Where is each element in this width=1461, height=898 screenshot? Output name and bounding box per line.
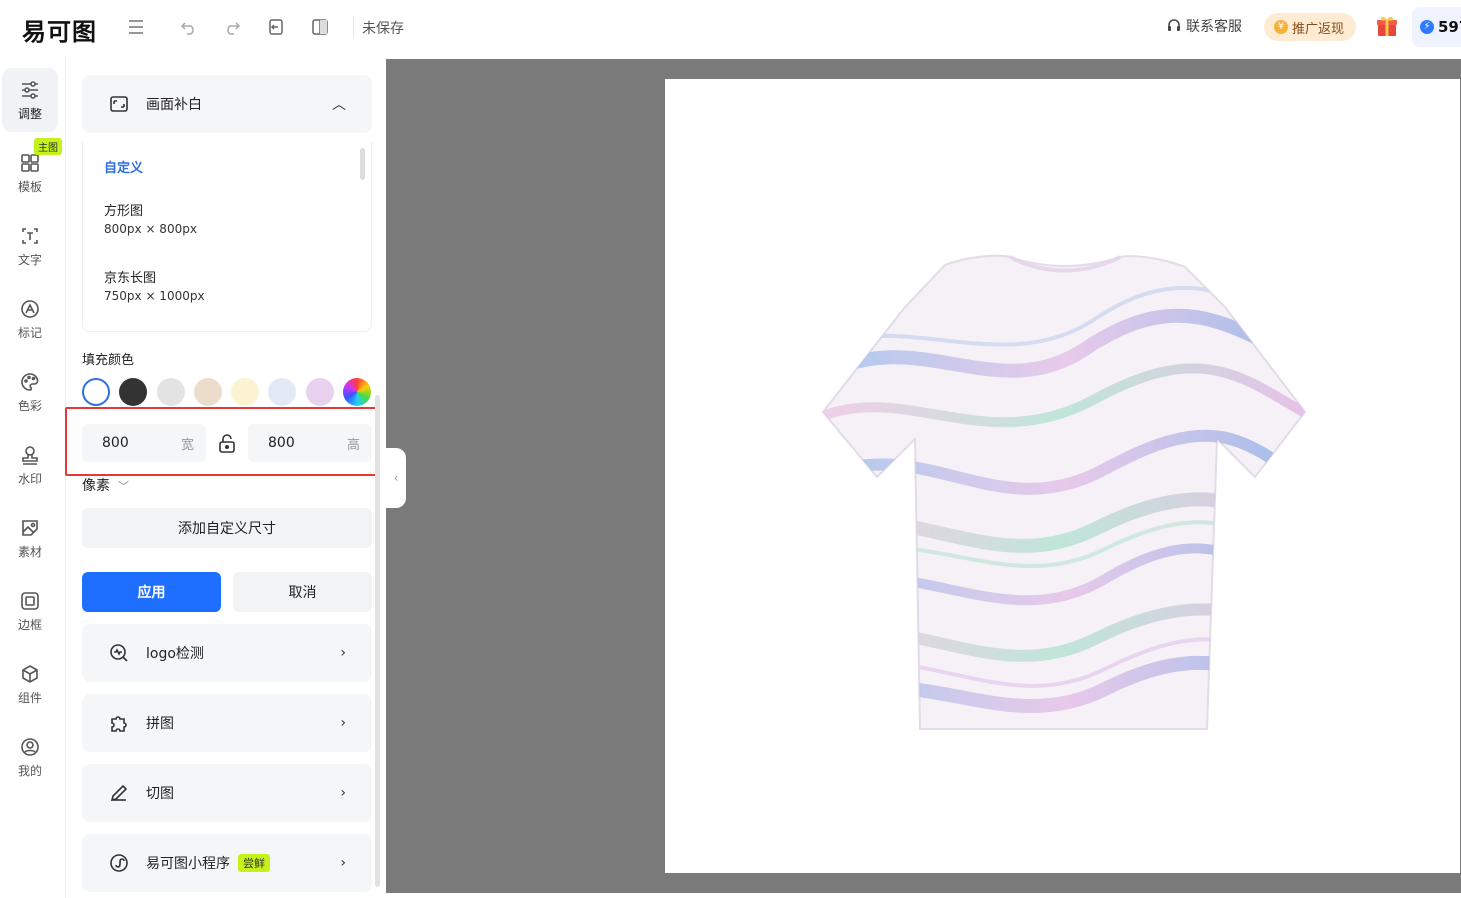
nav-label: 组件 [17,690,42,705]
nav-label: 我的 [17,763,42,778]
fill-color-label: 填充颜色 [82,353,135,368]
points-value: 597 [1438,18,1461,36]
nav-watermark[interactable]: 水印 [2,433,58,497]
miniapp-icon [108,852,130,874]
chevron-right-icon: › [340,645,346,661]
nav-material[interactable]: 素材 [2,506,58,570]
nav-label: 模板 [17,179,42,194]
section-title: 画面补白 [146,97,202,113]
redo-icon[interactable] [221,16,243,38]
tool-label: 易可图小程序 [146,856,230,872]
tool-logo-detect[interactable]: logo检测 › [82,624,372,682]
sliders-icon [22,80,38,99]
nav-text[interactable]: 文字 [2,214,58,278]
nav-component[interactable]: 组件 [2,652,58,716]
nav-label: 文字 [17,252,42,267]
mark-icon [21,299,39,318]
preset-custom[interactable]: 自定义 [104,157,143,176]
chevron-left-icon: ‹ [393,471,399,485]
cut-icon [108,782,130,804]
cancel-button[interactable]: 取消 [233,572,372,612]
template-badge: 主图 [34,138,62,155]
user-icon [21,737,39,756]
nav-mark[interactable]: 标记 [2,287,58,351]
nav-adjust[interactable]: 调整 [2,68,58,132]
text-icon [22,227,38,244]
swatch-black[interactable] [119,378,147,406]
unit-select[interactable]: 像素 ﹀ [82,475,129,495]
nav-mine[interactable]: 我的 [2,725,58,789]
preset-list-scrollbar[interactable] [360,148,365,180]
tool-label: 拼图 [146,716,174,732]
swatch-gray[interactable] [157,378,185,406]
tshirt-image [821,254,1307,730]
toolbar-divider [353,16,354,38]
reset-icon[interactable] [265,16,287,38]
menu-icon[interactable] [125,16,147,38]
contact-label: 联系客服 [1186,19,1242,35]
tool-miniapp[interactable]: 易可图小程序 尝鲜 › [82,834,372,892]
preset-jd-title[interactable]: 京东长图 [104,267,156,286]
section-canvas-padding[interactable]: 画面补白 ︿ [82,75,372,133]
left-nav: 调整 模板 文字 标记 色彩 水印 素材 边框 组件 我的 主图 [0,56,66,898]
headset-icon [1168,19,1180,31]
swatch-lightblue[interactable] [268,378,296,406]
component-icon [22,664,38,683]
apply-button[interactable]: 应用 [82,572,221,612]
gift-icon[interactable] [1375,14,1399,38]
bolt-icon: ⚡ [1420,20,1434,34]
nav-color[interactable]: 色彩 [2,360,58,424]
undo-icon[interactable] [178,16,200,38]
coin-icon: ¥ [1274,20,1288,34]
points-balance[interactable]: ⚡ 597 [1412,7,1461,47]
tool-puzzle[interactable]: 拼图 › [82,694,372,752]
chevron-down-icon: ﹀ [118,480,129,493]
chevron-up-icon[interactable]: ︿ [332,94,346,114]
tool-cut[interactable]: 切图 › [82,764,372,822]
nav-label: 水印 [17,471,42,486]
preset-jd-size: 750px × 1000px [104,289,205,303]
palette-icon [21,372,39,391]
swatch-cream[interactable] [231,378,259,406]
swatch-beige[interactable] [194,378,222,406]
logo-detect-icon [108,642,130,664]
chevron-right-icon: › [340,785,346,801]
nav-label: 色彩 [17,398,42,413]
preset-square-title[interactable]: 方形图 [104,200,143,219]
image-canvas[interactable] [665,79,1460,873]
nav-label: 标记 [17,325,42,340]
chevron-right-icon: › [340,715,346,731]
trial-badge: 尝鲜 [238,854,270,872]
compare-icon[interactable] [309,16,331,38]
tool-label: logo检测 [146,646,204,662]
swatch-white[interactable] [82,378,110,406]
panel-scrollbar[interactable] [375,395,380,887]
tool-label: 切图 [146,786,174,802]
stamp-icon [22,445,38,465]
canvas-padding-icon [108,93,130,115]
nav-label: 调整 [17,106,42,121]
save-status: 未保存 [362,21,404,37]
top-bar: 易可图 未保存 联系客服 ¥ 推广返现 ⚡ 597 [0,0,1461,56]
highlight-box [65,407,379,476]
promo-button[interactable]: ¥ 推广返现 [1264,13,1357,41]
app-logo[interactable]: 易可图 [22,12,97,47]
contact-support-button[interactable]: 联系客服 [1166,16,1242,36]
chevron-right-icon: › [340,855,346,871]
collapse-panel-button[interactable]: ‹ [386,448,406,508]
border-icon [21,591,39,610]
nav-border[interactable]: 边框 [2,579,58,643]
nav-label: 边框 [17,617,42,632]
material-icon [22,519,38,536]
puzzle-icon [108,712,130,734]
unit-select-label: 像素 [82,478,110,494]
promo-label: 推广返现 [1292,21,1345,37]
nav-label: 素材 [17,544,42,559]
add-custom-size-button[interactable]: 添加自定义尺寸 [82,508,372,548]
swatch-custom-color[interactable] [343,378,371,406]
preset-square-size: 800px × 800px [104,222,197,236]
swatch-lavender[interactable] [306,378,334,406]
